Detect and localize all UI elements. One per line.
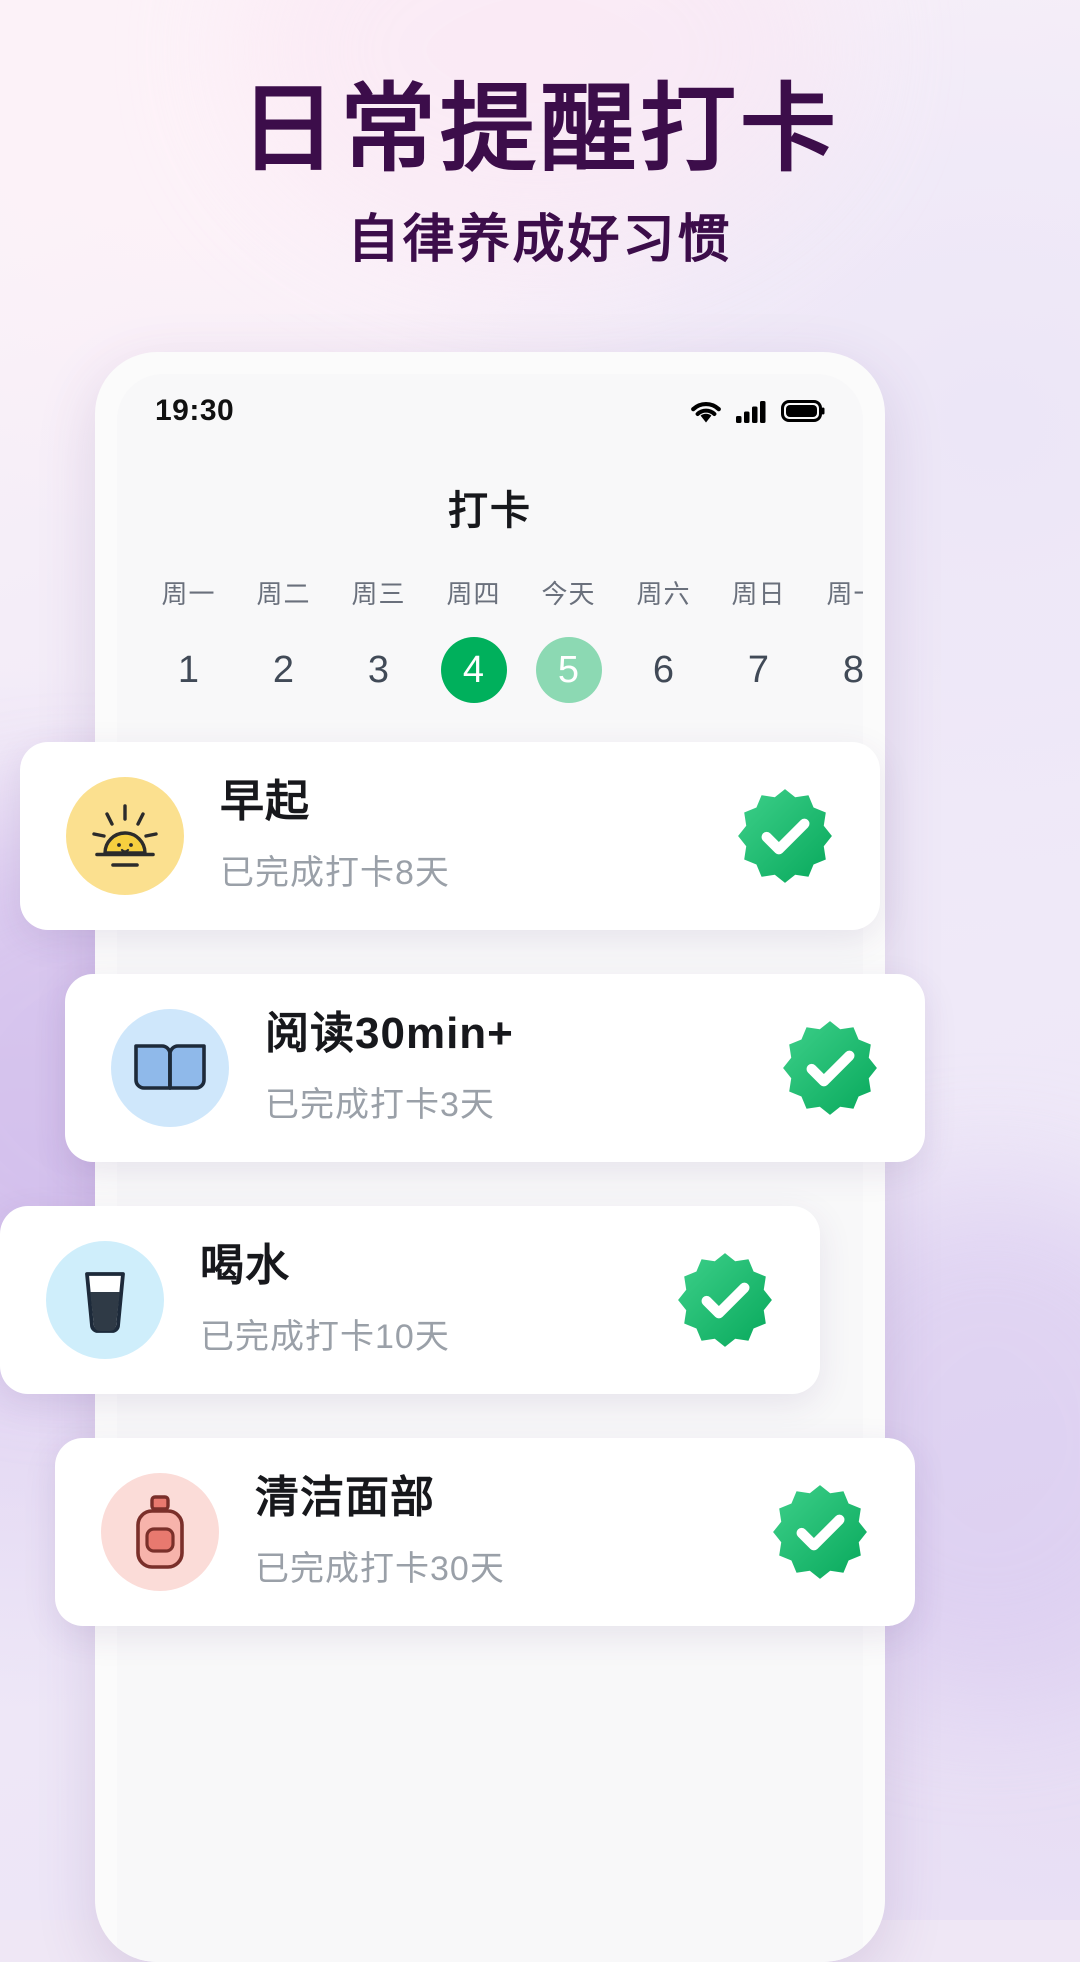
- open-book-icon: [111, 1009, 229, 1127]
- habit-progress: 已完成打卡8天: [220, 853, 450, 892]
- habit-card-text: 早起 已完成打卡8天: [220, 777, 734, 893]
- calendar-day-label: 周一: [826, 579, 863, 609]
- cleanser-bottle-icon: [101, 1473, 219, 1591]
- calendar-day-2[interactable]: 周三 3: [331, 574, 426, 703]
- habit-progress: 已完成打卡3天: [265, 1085, 495, 1124]
- calendar-day-3[interactable]: 周四 4: [426, 574, 521, 703]
- status-bar: 19:30: [117, 374, 863, 448]
- calendar-day-label: 周二: [256, 579, 311, 609]
- battery-icon: [781, 398, 825, 424]
- week-row: 周一 1 周二 2 周三 3 周四 4 今天 5 周六 6 周日 7 周 8: [141, 574, 863, 703]
- habit-name: 清洁面部: [255, 1473, 435, 1523]
- calendar-day-number: 7: [747, 649, 770, 691]
- app-page-title: 打卡: [448, 489, 532, 533]
- water-glass-icon: [46, 1241, 164, 1359]
- calendar-day-number-selected: 4: [440, 637, 507, 703]
- habit-check-badge[interactable]: [734, 785, 836, 887]
- wifi-icon: [689, 398, 723, 424]
- calendar-day-5[interactable]: 周六 6: [616, 574, 711, 703]
- calendar-day-label-today: 今天: [541, 579, 596, 609]
- promo-title: 日常提醒打卡: [240, 76, 840, 183]
- habit-name: 喝水: [200, 1241, 290, 1291]
- habit-progress: 已完成打卡30天: [255, 1549, 505, 1588]
- calendar-day-number: 6: [652, 649, 675, 691]
- calendar-day-number: 8: [842, 649, 863, 691]
- calendar-day-4[interactable]: 今天 5: [521, 574, 616, 703]
- calendar-day-label: 周日: [731, 579, 786, 609]
- calendar-day-label: 周一: [161, 579, 216, 609]
- calendar-day-label: 周四: [446, 579, 501, 609]
- calendar-day-number: 2: [272, 649, 295, 691]
- cellular-signal-icon: [735, 398, 769, 424]
- habit-progress: 已完成打卡10天: [200, 1317, 450, 1356]
- habit-card-face-cleansing[interactable]: 清洁面部 已完成打卡30天: [55, 1438, 915, 1626]
- calendar-day-0[interactable]: 周一 1: [141, 574, 236, 703]
- promo-subtitle: 自律养成好习惯: [347, 210, 733, 269]
- habit-check-badge[interactable]: [674, 1249, 776, 1351]
- habit-name: 阅读30min+: [265, 1009, 514, 1059]
- status-bar-clock: 19:30: [155, 394, 235, 427]
- habit-card-drink-water[interactable]: 喝水 已完成打卡10天: [0, 1206, 820, 1394]
- calendar-day-label: 周三: [351, 579, 406, 609]
- habit-card-text: 喝水 已完成打卡10天: [200, 1241, 674, 1357]
- sunrise-icon: [66, 777, 184, 895]
- habit-card-early-rise[interactable]: 早起 已完成打卡8天: [20, 742, 880, 930]
- calendar-day-6[interactable]: 周日 7: [711, 574, 806, 703]
- calendar-day-number: 1: [177, 649, 200, 691]
- habit-card-text: 清洁面部 已完成打卡30天: [255, 1473, 769, 1589]
- habit-card-text: 阅读30min+ 已完成打卡3天: [265, 1009, 779, 1125]
- habit-check-badge[interactable]: [769, 1481, 871, 1583]
- habit-card-reading[interactable]: 阅读30min+ 已完成打卡3天: [65, 974, 925, 1162]
- habit-check-badge[interactable]: [779, 1017, 881, 1119]
- calendar-day-7[interactable]: 周一 8: [806, 574, 863, 703]
- week-calendar-strip[interactable]: 周一 1 周二 2 周三 3 周四 4 今天 5 周六 6 周日 7 周 8: [117, 574, 863, 703]
- phone-screen: 19:30 打卡 周一 1 周二 2 周三 3 周四 4 今天 5 周六 6 周…: [117, 374, 863, 1962]
- calendar-day-number-today: 5: [535, 637, 602, 703]
- status-bar-icons: [689, 398, 825, 424]
- promo-headline: 日常提醒打卡 自律养成好习惯: [0, 78, 1080, 269]
- calendar-day-label: 周六: [636, 579, 691, 609]
- calendar-day-number: 3: [367, 649, 390, 691]
- habit-name: 早起: [220, 777, 310, 827]
- calendar-day-1[interactable]: 周二 2: [236, 574, 331, 703]
